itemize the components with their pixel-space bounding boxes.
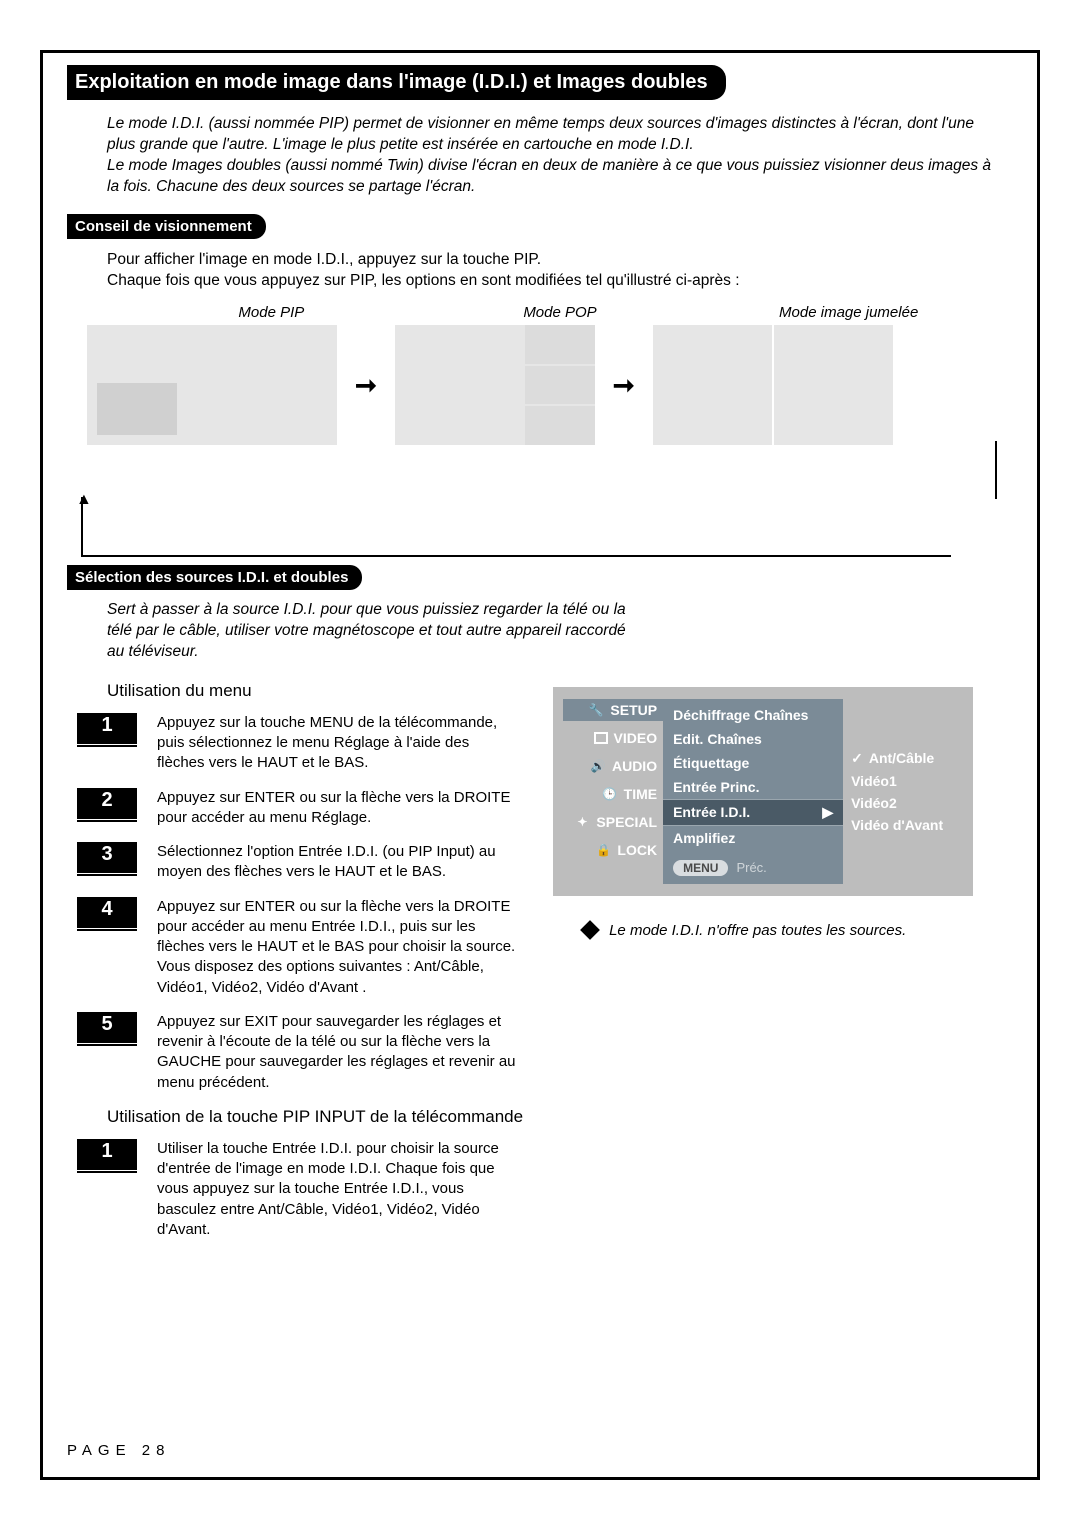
osd-item[interactable]: Étiquettage [663,751,843,775]
osd-tab-label: SETUP [610,702,657,718]
osd-tab-label: AUDIO [612,758,657,774]
step-number: 3 [77,842,137,873]
osd-tab-label: TIME [624,786,657,802]
note-text: Le mode I.D.I. n'offre pas toutes les so… [609,922,906,939]
util-menu-heading: Utilisation du menu [107,681,523,701]
osd-tab-label: SPECIAL [596,814,657,830]
lock-icon: 🔒 [595,842,611,858]
osd-tab-setup[interactable]: 🔧 SETUP [563,699,663,721]
step-text: Appuyez sur la touche MENU de la télécom… [157,713,517,774]
mode-diagram-row: ➞ ➞ [87,325,993,445]
page-frame: Exploitation en mode image dans l'image … [40,50,1040,1480]
osd-footer: MENU Préc. [663,856,843,880]
osd-footer-prev: Préc. [736,860,766,875]
conseil-text: Pour afficher l'image en mode I.D.I., ap… [107,249,1013,292]
osd-options: ✓Ant/Câble Vidéo1 Vidéo2 Vidéo d'Avant [843,699,963,884]
diamond-icon [580,920,600,940]
osd-option[interactable]: ✓Ant/Câble [851,750,955,767]
osd-tab-lock[interactable]: 🔒 LOCK [563,839,663,861]
osd-tab-time[interactable]: 🕒 TIME [563,783,663,805]
osd-item[interactable]: Edit. Chaînes [663,727,843,751]
step-row: 2 Appuyez sur ENTER ou sur la flèche ver… [77,788,523,829]
mode-twin-label: Mode image jumelée [704,304,993,321]
step-row: 3 Sélectionnez l'option Entrée I.D.I. (o… [77,842,523,883]
step-number: 4 [77,897,137,928]
osd-option[interactable]: Vidéo1 [851,773,955,789]
osd-item[interactable]: Amplifiez [663,826,843,850]
feedback-arrow-icon: ▲ [76,491,92,509]
steps-pip: 1 Utiliser la touche Entrée I.D.I. pour … [77,1139,523,1240]
mode-pop-diagram [395,325,595,445]
mode-pip-label: Mode PIP [127,304,416,321]
section-selection: Sélection des sources I.D.I. et doubles [67,565,362,590]
screen-icon [594,732,608,744]
star-icon: ✦ [574,814,590,830]
page-number: PAGE 28 [67,1442,170,1459]
step-number: 5 [77,1012,137,1043]
osd-option[interactable]: Vidéo d'Avant [851,817,955,833]
intro-text: Le mode I.D.I. (aussi nommée PIP) permet… [107,114,1003,198]
osd-tab-video[interactable]: VIDEO [563,727,663,749]
chevron-right-icon: ▶ [822,804,833,821]
step-row: 1 Utiliser la touche Entrée I.D.I. pour … [77,1139,523,1240]
step-row: 1 Appuyez sur la touche MENU de la téléc… [77,713,523,774]
check-icon: ✓ [851,750,863,767]
mode-pop-label: Mode POP [416,304,705,321]
arrow-icon: ➞ [613,370,635,401]
page-title: Exploitation en mode image dans l'image … [67,65,726,100]
step-row: 4 Appuyez sur ENTER ou sur la flèche ver… [77,897,523,998]
speaker-icon: 🔊 [590,758,606,774]
section-conseil: Conseil de visionnement [67,214,266,239]
osd-option[interactable]: Vidéo2 [851,795,955,811]
step-text: Sélectionnez l'option Entrée I.D.I. (ou … [157,842,517,883]
step-row: 5 Appuyez sur EXIT pour sauvegarder les … [77,1012,523,1093]
osd-tab-special[interactable]: ✦ SPECIAL [563,811,663,833]
osd-item[interactable]: Déchiffrage Chaînes [663,703,843,727]
step-text: Utiliser la touche Entrée I.D.I. pour ch… [157,1139,517,1240]
step-text: Appuyez sur EXIT pour sauvegarder les ré… [157,1012,517,1093]
menu-pill[interactable]: MENU [673,860,728,876]
step-text: Appuyez sur ENTER ou sur la flèche vers … [157,897,517,998]
step-number: 2 [77,788,137,819]
osd-panel: 🔧 SETUP VIDEO 🔊 AUDIO 🕒 TIME ✦ SPECIAL 🔒 LOCK… [553,687,973,896]
osd-tab-audio[interactable]: 🔊 AUDIO [563,755,663,777]
step-number: 1 [77,1139,137,1170]
osd-item-selected[interactable]: Entrée I.D.I.▶ [663,799,843,826]
pip-subpicture [97,383,177,435]
wrench-icon: 🔧 [588,702,604,718]
mode-pip-diagram [87,325,337,445]
step-number: 1 [77,713,137,744]
osd-tabs: 🔧 SETUP VIDEO 🔊 AUDIO 🕒 TIME ✦ SPECIAL 🔒 LOCK [563,699,663,884]
osd-menu-items: Déchiffrage Chaînes Edit. Chaînes Étique… [663,699,843,884]
osd-tab-label: LOCK [617,842,657,858]
mode-labels-row: Mode PIP Mode POP Mode image jumelée [127,304,993,321]
feedback-line-down [995,441,997,499]
step-text: Appuyez sur ENTER ou sur la flèche vers … [157,788,517,829]
selection-intro: Sert à passer à la source I.D.I. pour qu… [107,600,627,663]
steps-menu: 1 Appuyez sur la touche MENU de la téléc… [77,713,523,1093]
osd-item[interactable]: Entrée Princ. [663,775,843,799]
mode-twin-diagram [653,325,893,445]
util-pip-heading: Utilisation de la touche PIP INPUT de la… [107,1107,523,1127]
osd-tab-label: VIDEO [614,730,658,746]
note-row: Le mode I.D.I. n'offre pas toutes les so… [583,922,1013,939]
clock-icon: 🕒 [602,786,618,802]
arrow-icon: ➞ [355,370,377,401]
feedback-line [81,497,951,557]
